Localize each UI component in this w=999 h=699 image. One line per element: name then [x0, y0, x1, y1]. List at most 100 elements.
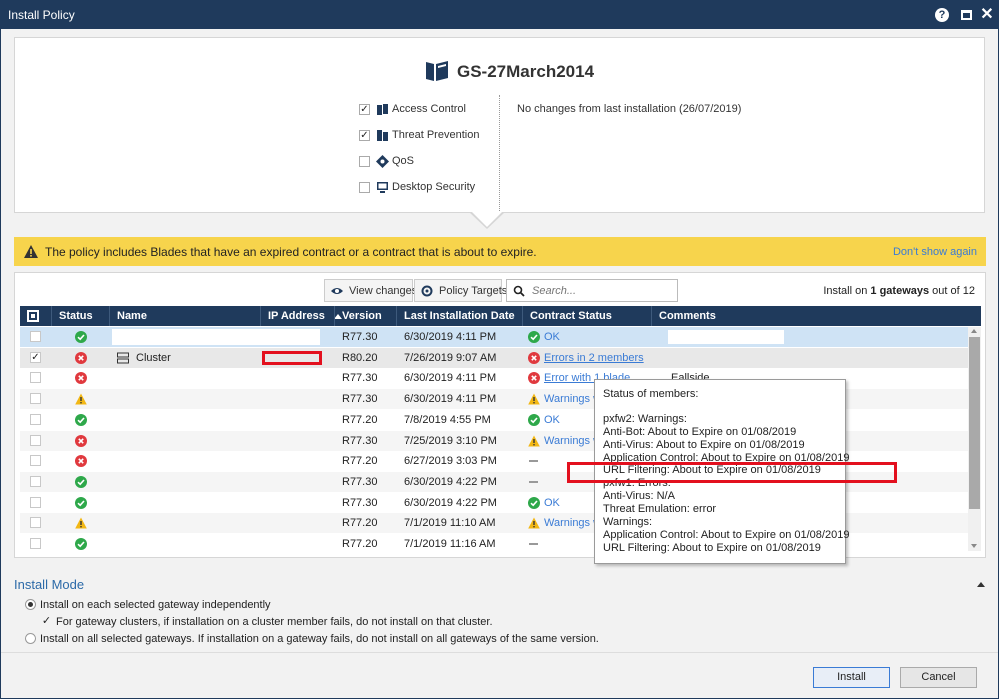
column-name-label: Name	[117, 310, 147, 322]
refresh-target-icon	[421, 285, 433, 297]
row-checkbox[interactable]	[30, 517, 41, 529]
gateway-version: R77.30	[342, 496, 378, 509]
search-icon	[513, 285, 525, 297]
warning-text: The policy includes Blades that have an …	[45, 245, 537, 259]
gateway-version: R77.30	[342, 331, 378, 343]
row-checkbox[interactable]	[30, 475, 41, 487]
help-icon[interactable]: ?	[935, 8, 949, 22]
tooltip-line: Anti-Virus: About to Expire on 01/08/201…	[603, 438, 805, 451]
contract-ok-icon	[528, 413, 540, 426]
row-checkbox[interactable]	[30, 455, 41, 467]
contract-status-link[interactable]: Errors in 2 members	[544, 348, 644, 368]
install-button[interactable]: Install	[813, 667, 890, 688]
install-policy-window: Install Policy ? ✕ GS-27March2014 ✓ Acce…	[0, 0, 999, 699]
last-installation-date: 6/27/2019 3:03 PM	[404, 455, 497, 468]
status-error-icon	[75, 351, 87, 364]
dont-show-again-link[interactable]: Don't show again	[893, 246, 977, 258]
maximize-button[interactable]	[959, 7, 975, 23]
access-control-icon	[377, 104, 388, 115]
threat-prevention-label: Threat Prevention	[392, 129, 480, 141]
comment-cell-blank	[668, 330, 784, 344]
last-installation-date: 6/30/2019 4:11 PM	[404, 331, 497, 343]
row-checkbox[interactable]: ✓	[30, 351, 41, 363]
gateway-version: R77.30	[342, 434, 378, 447]
row-checkbox[interactable]	[30, 413, 41, 425]
gateway-version: R77.20	[342, 413, 378, 426]
scroll-down-icon[interactable]	[971, 544, 977, 548]
window-title: Install Policy	[8, 8, 75, 22]
view-changes-label: View changes	[349, 285, 418, 297]
name-cell-blank	[112, 329, 320, 345]
tooltip-line: Anti-Virus: N/A	[603, 490, 675, 503]
contract-status-link[interactable]: Warnings w	[544, 513, 601, 533]
install-independently-radio[interactable]	[25, 599, 36, 610]
select-all-header[interactable]	[20, 306, 52, 326]
column-name[interactable]: Name	[111, 306, 342, 326]
install-on-count: Install on 1 gateways out of 12	[823, 285, 975, 297]
tooltip-heading: Status of members:	[603, 388, 699, 400]
gateway-version: R77.20	[342, 538, 378, 550]
contract-status-link[interactable]: Warnings w	[544, 431, 601, 451]
column-status[interactable]: Status	[53, 306, 110, 326]
cluster-member-fail-checkbox[interactable]: ✓	[41, 616, 52, 627]
access-control-checkbox[interactable]: ✓	[359, 104, 370, 115]
cancel-button[interactable]: Cancel	[900, 667, 977, 688]
row-checkbox[interactable]	[30, 372, 41, 384]
contract-status-link[interactable]: OK	[544, 410, 560, 430]
column-last-installation-date[interactable]: Last Installation Date	[398, 306, 523, 326]
collapse-icon[interactable]	[977, 582, 985, 587]
qos-icon	[376, 155, 389, 168]
row-checkbox[interactable]	[30, 538, 41, 549]
contract-status-link[interactable]: OK	[544, 493, 560, 513]
row-checkbox[interactable]	[30, 496, 41, 508]
install-all-radio[interactable]	[25, 633, 36, 644]
column-version[interactable]: Version	[336, 306, 397, 326]
install-on-prefix: Install on	[823, 285, 868, 297]
contract-status-link[interactable]: OK	[544, 327, 560, 347]
table-scrollbar[interactable]	[968, 327, 981, 551]
close-button[interactable]: ✕	[979, 7, 995, 23]
select-all-checkbox[interactable]	[27, 310, 39, 322]
column-ip-address[interactable]: IP Address	[262, 306, 335, 326]
tooltip-line: Warnings:	[603, 516, 653, 529]
no-contract-dash	[529, 460, 538, 463]
desktop-security-label: Desktop Security	[392, 181, 476, 193]
desktop-security-checkbox[interactable]	[359, 182, 370, 193]
tooltip-line: pxfw2: Warnings:	[603, 412, 687, 425]
policy-targets-button[interactable]: Policy Targets	[414, 279, 507, 302]
desktop-security-icon	[377, 182, 388, 193]
table-row[interactable]: R77.30 6/30/2019 4:11 PM OK	[20, 327, 968, 347]
status-ok-icon	[75, 413, 87, 426]
scrollbar-thumb[interactable]	[969, 337, 980, 509]
qos-checkbox[interactable]	[359, 156, 370, 167]
row-checkbox[interactable]	[30, 393, 41, 405]
table-row[interactable]: ✓ Cluster R80.20 7/26/2019 9:07 AM Errors in…	[20, 347, 968, 368]
row-checkbox[interactable]	[30, 434, 41, 446]
status-ok-icon	[75, 538, 87, 550]
last-installation-date: 7/8/2019 4:55 PM	[404, 413, 491, 426]
column-contract-status[interactable]: Contract Status	[524, 306, 652, 326]
scroll-up-icon[interactable]	[971, 329, 977, 333]
search-box[interactable]	[506, 279, 678, 302]
footer-divider	[1, 652, 998, 653]
last-installation-date: 6/30/2019 4:11 PM	[404, 393, 497, 406]
contract-status-link[interactable]: Warnings w	[544, 389, 601, 409]
contract-warning-icon	[528, 393, 540, 405]
gateway-version: R77.30	[342, 372, 378, 385]
column-comments[interactable]: Comments	[653, 306, 981, 326]
status-warning-icon	[75, 517, 87, 529]
gateway-version: R77.20	[342, 455, 378, 468]
install-on-selected: 1 gateways	[870, 285, 930, 297]
changes-status: No changes from last installation (26/07…	[517, 103, 742, 115]
install-independently-label: Install on each selected gateway indepen…	[40, 599, 271, 611]
row-checkbox[interactable]	[30, 331, 41, 342]
tooltip-line: Threat Emulation: error	[603, 503, 717, 516]
cluster-member-fail-label: For gateway clusters, if installation on…	[56, 616, 493, 628]
expiry-warning-bar: The policy includes Blades that have an …	[14, 237, 986, 266]
view-changes-button[interactable]: View changes	[324, 279, 417, 302]
search-input[interactable]	[530, 283, 670, 298]
threat-prevention-checkbox[interactable]: ✓	[359, 130, 370, 141]
contract-ok-icon	[528, 331, 540, 343]
eye-icon	[331, 288, 343, 294]
last-installation-date: 7/26/2019 9:07 AM	[404, 351, 497, 364]
